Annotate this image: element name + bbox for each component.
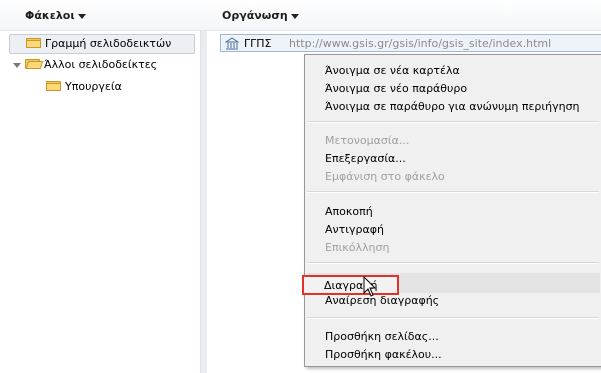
organize-menu-label: Οργάνωση: [222, 9, 288, 22]
tree-item-label: Γραμμή σελιδοδεικτών: [45, 37, 172, 50]
menu-item-paste: Επικόλληση: [325, 241, 390, 254]
bookmark-row[interactable]: ΓΓΠΣ http://www.gsis.gr/gsis/info/gsis_s…: [220, 34, 601, 52]
menu-separator: [307, 121, 599, 123]
mouse-cursor-icon: [363, 276, 377, 297]
tree-item-label: Υπουργεία: [65, 80, 122, 93]
context-menu: Άνοιγμα σε νέα καρτέλα Άνοιγμα σε νέο πα…: [302, 54, 601, 367]
tree-item-bookmarks-bar[interactable]: Γραμμή σελιδοδεικτών: [9, 34, 195, 54]
folder-icon: [46, 80, 61, 91]
menu-item-cut[interactable]: Αποκοπή: [325, 203, 373, 220]
menu-item-edit[interactable]: Επεξεργασία...: [325, 150, 406, 167]
tree-item-ministries[interactable]: Υπουργεία: [46, 78, 122, 96]
tree-item-other-bookmarks[interactable]: Άλλοι σελιδοδείκτες: [13, 56, 157, 74]
menu-separator: [307, 191, 599, 193]
site-favicon-icon: [225, 37, 239, 50]
menu-separator: [307, 317, 599, 319]
tree-item-label: Άλλοι σελιδοδείκτες: [44, 58, 158, 71]
chevron-down-icon: [77, 13, 86, 19]
menu-item-show-in-folder: Εμφάνιση στο φάκελο: [325, 170, 445, 183]
bookmark-url: http://www.gsis.gr/gsis/info/gsis_site/i…: [289, 37, 552, 50]
menu-item-add-page[interactable]: Προσθήκη σελίδας...: [325, 328, 439, 345]
open-folder-icon: [25, 58, 44, 69]
organize-menu-button[interactable]: Οργάνωση: [222, 8, 299, 24]
menu-item-undo-delete[interactable]: Αναίρεση διαγραφής: [325, 292, 439, 309]
chevron-down-icon: [290, 13, 299, 19]
menu-item-add-folder[interactable]: Προσθήκη φακέλου...: [325, 346, 442, 363]
menu-item-open-incognito[interactable]: Άνοιγμα σε παράθυρο για ανώνυμη περιήγησ…: [325, 98, 580, 115]
folders-menu-label: Φάκελοι: [25, 9, 75, 22]
menu-item-open-new-window[interactable]: Άνοιγμα σε νέο παράθυρο: [325, 80, 467, 97]
expand-arrow-icon[interactable]: [13, 62, 21, 68]
menu-item-copy[interactable]: Αντιγραφή: [325, 221, 384, 238]
menu-item-open-new-tab[interactable]: Άνοιγμα σε νέα καρτέλα: [325, 62, 460, 79]
organizer-header: Φάκελοι Οργάνωση: [0, 0, 601, 31]
folders-menu-button[interactable]: Φάκελοι: [25, 8, 86, 24]
menu-separator: [307, 262, 599, 264]
folder-icon: [26, 37, 41, 48]
bookmark-name: ΓΓΠΣ: [244, 37, 272, 50]
menu-item-rename: Μετονομασία...: [325, 134, 410, 147]
